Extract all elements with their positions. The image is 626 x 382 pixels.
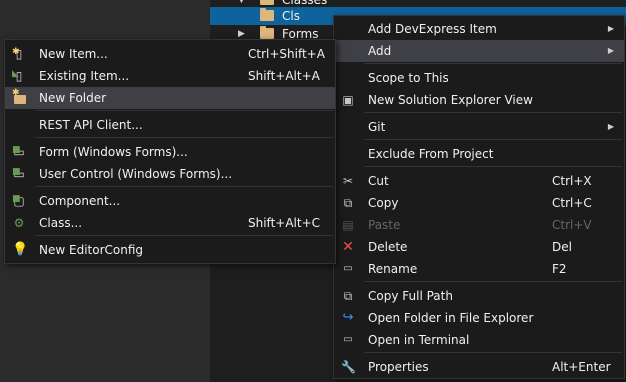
menu-separator	[364, 139, 622, 140]
menu-item-label: New Folder	[39, 91, 107, 105]
menu-item-new-editorconfig[interactable]: 💡 New EditorConfig	[5, 239, 335, 261]
menu-item-scope-to-this[interactable]: Scope to This	[334, 67, 624, 89]
menu-separator	[364, 112, 622, 113]
menu-item-label: Component...	[39, 194, 121, 208]
class-icon: ⚙	[13, 216, 25, 230]
menu-item-shortcut: F2	[552, 262, 567, 276]
copy-path-icon: ⧉	[343, 289, 353, 303]
menu-item-add[interactable]: Add ▶	[334, 40, 624, 62]
menu-item-label: Class...	[39, 216, 83, 230]
rename-icon: ▭	[343, 263, 353, 274]
menu-separator	[364, 281, 622, 282]
menu-separator	[35, 137, 333, 138]
menu-item-label: Open Folder in File Explorer	[368, 311, 534, 325]
menu-item-new-item[interactable]: ✱ ▯ New Item... Ctrl+Shift+A	[5, 43, 335, 65]
menu-item-label: New Item...	[39, 47, 108, 61]
menu-separator	[35, 110, 333, 111]
menu-item-shortcut: Ctrl+Shift+A	[248, 47, 325, 61]
menu-separator	[364, 63, 622, 64]
folder-icon	[260, 8, 274, 21]
menu-item-label: Copy Full Path	[368, 289, 453, 303]
menu-item-shortcut: Ctrl+C	[552, 196, 592, 210]
menu-item-label: Add DevExpress Item	[368, 22, 497, 36]
menu-item-class[interactable]: ⚙ Class... Shift+Alt+C	[5, 212, 335, 234]
menu-item-label: Paste	[368, 218, 401, 232]
menu-item-label: REST API Client...	[39, 118, 143, 132]
terminal-icon: ▭	[343, 334, 353, 345]
menu-item-label: Existing Item...	[39, 69, 130, 83]
menu-item-open-folder-in-file-explorer[interactable]: ↪ Open Folder in File Explorer	[334, 307, 624, 329]
menu-item-label: User Control (Windows Forms)...	[39, 167, 233, 181]
menu-item-label: Cut	[368, 174, 389, 188]
scissors-icon: ✂	[342, 174, 354, 188]
submenu-arrow-icon: ▶	[607, 24, 614, 33]
menu-item-cut[interactable]: ✂ Cut Ctrl+X	[334, 170, 624, 192]
open-folder-icon: ↪	[342, 310, 354, 325]
new-item-icon: ✱ ▯	[12, 47, 23, 61]
menu-item-label: Form (Windows Forms)...	[39, 145, 188, 159]
menu-item-shortcut: Alt+Enter	[552, 360, 611, 374]
menu-item-shortcut: Ctrl+X	[552, 174, 592, 188]
menu-item-rest-api-client[interactable]: REST API Client...	[5, 114, 335, 136]
menu-item-add-devexpress[interactable]: Add DevExpress Item ▶	[334, 18, 624, 40]
menu-item-paste: ▤ Paste Ctrl+V	[334, 214, 624, 236]
submenu-arrow-icon: ▶	[607, 122, 614, 131]
menu-item-shortcut: Ctrl+V	[552, 218, 592, 232]
menu-item-properties[interactable]: 🔧 Properties Alt+Enter	[334, 356, 624, 378]
editorconfig-icon: 💡	[12, 242, 29, 257]
wrench-icon: 🔧	[341, 360, 356, 374]
copy-icon: ⧉	[343, 196, 353, 210]
folder-icon	[260, 0, 274, 5]
menu-separator	[35, 235, 333, 236]
menu-item-label: Rename	[368, 262, 418, 276]
menu-item-label: Open in Terminal	[368, 333, 470, 347]
menu-item-form-windows-forms[interactable]: ■ ▭ Form (Windows Forms)...	[5, 141, 335, 163]
menu-separator	[364, 166, 622, 167]
menu-item-component[interactable]: ■ ▢ Component...	[5, 190, 335, 212]
component-icon: ■ ▢	[12, 194, 25, 208]
menu-item-label: Scope to This	[368, 71, 449, 85]
menu-item-label: Copy	[368, 196, 399, 210]
menu-separator	[35, 186, 333, 187]
user-control-icon: ■ ▭	[12, 167, 25, 181]
menu-item-label: Exclude From Project	[368, 147, 494, 161]
menu-item-label: Delete	[368, 240, 408, 254]
menu-item-label: Properties	[368, 360, 429, 374]
tree-item-label: Cls	[282, 9, 300, 23]
paste-icon: ▤	[342, 218, 354, 232]
delete-icon: ✕	[342, 239, 354, 255]
menu-item-delete[interactable]: ✕ Delete Del	[334, 236, 624, 258]
new-view-icon: ▣	[342, 93, 354, 107]
menu-item-label: New EditorConfig	[39, 243, 144, 257]
menu-item-open-in-terminal[interactable]: ▭ Open in Terminal	[334, 329, 624, 351]
menu-item-shortcut: Del	[552, 240, 572, 254]
menu-item-copy-full-path[interactable]: ⧉ Copy Full Path	[334, 285, 624, 307]
menu-item-new-folder[interactable]: ✱ New Folder	[5, 87, 335, 109]
menu-item-user-control[interactable]: ■ ▭ User Control (Windows Forms)...	[5, 163, 335, 185]
menu-item-label: Add	[368, 44, 392, 58]
menu-item-exclude-from-project[interactable]: Exclude From Project	[334, 143, 624, 165]
menu-item-rename[interactable]: ▭ Rename F2	[334, 258, 624, 280]
menu-item-label: New Solution Explorer View	[368, 93, 533, 107]
menu-item-existing-item[interactable]: ◣ ▯ Existing Item... Shift+Alt+A	[5, 65, 335, 87]
menu-separator	[364, 352, 622, 353]
menu-item-git[interactable]: Git ▶	[334, 116, 624, 138]
menu-item-copy[interactable]: ⧉ Copy Ctrl+C	[334, 192, 624, 214]
menu-item-new-solution-explorer-view[interactable]: ▣ New Solution Explorer View	[334, 89, 624, 111]
menu-item-shortcut: Shift+Alt+A	[248, 69, 320, 83]
existing-item-icon: ◣ ▯	[12, 69, 23, 83]
folder-icon	[260, 26, 274, 39]
menu-item-label: Git	[368, 120, 386, 134]
menu-item-shortcut: Shift+Alt+C	[248, 216, 321, 230]
submenu-arrow-icon: ▶	[607, 46, 614, 55]
add-submenu: ✱ ▯ New Item... Ctrl+Shift+A ◣ ▯ Existing …	[4, 39, 336, 264]
form-icon: ■ ▭	[12, 145, 25, 159]
context-menu: Add DevExpress Item ▶ Add ▶ Scope to Thi…	[333, 15, 625, 379]
new-folder-icon: ✱	[12, 88, 26, 105]
